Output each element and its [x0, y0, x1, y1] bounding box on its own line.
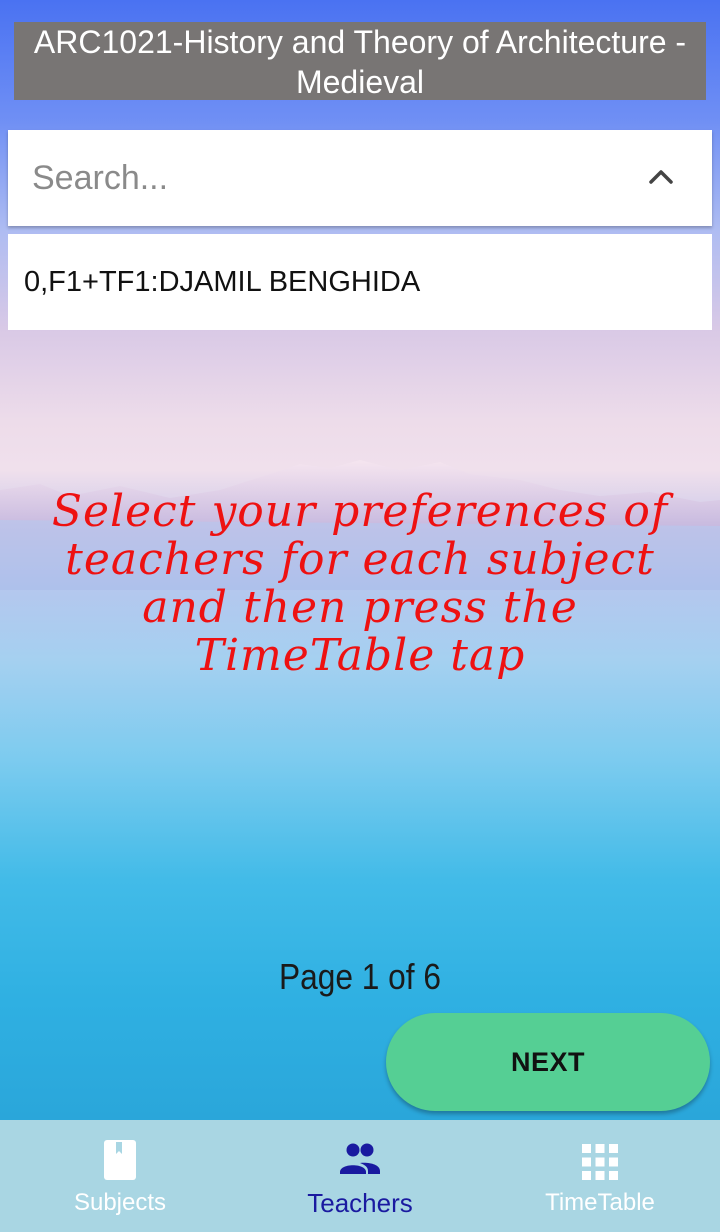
search-dropdown[interactable]: Search...	[8, 130, 712, 226]
screen: ARC1021-History and Theory of Architectu…	[0, 0, 720, 1232]
instruction-text: Select your preferences of teachers for …	[51, 486, 669, 681]
search-input[interactable]: Search...	[32, 158, 168, 198]
grid-icon	[582, 1144, 618, 1180]
nav-item-timetable[interactable]: TimeTable	[480, 1120, 720, 1232]
nav-label-teachers: Teachers	[307, 1188, 413, 1218]
people-icon	[340, 1143, 380, 1174]
page-indicator: Page 1 of 6	[278, 956, 442, 997]
teacher-list-item[interactable]: 0,F1+TF1:DJAMIL BENGHIDA	[8, 234, 712, 330]
nav-item-subjects[interactable]: Subjects	[0, 1120, 240, 1232]
nav-label-timetable: TimeTable	[545, 1189, 655, 1216]
teacher-list-item-label: 0,F1+TF1:DJAMIL BENGHIDA	[24, 266, 421, 298]
nav-item-teachers[interactable]: Teachers	[240, 1120, 480, 1232]
book-icon	[104, 1140, 136, 1180]
chevron-up-icon[interactable]	[646, 162, 676, 192]
nav-label-subjects: Subjects	[73, 1189, 167, 1216]
bottom-navigation: Subjects Teachers TimeTable	[0, 1120, 720, 1232]
next-button[interactable]: NEXT	[386, 1013, 710, 1111]
page-title: ARC1021-History and Theory of Architectu…	[14, 22, 706, 100]
